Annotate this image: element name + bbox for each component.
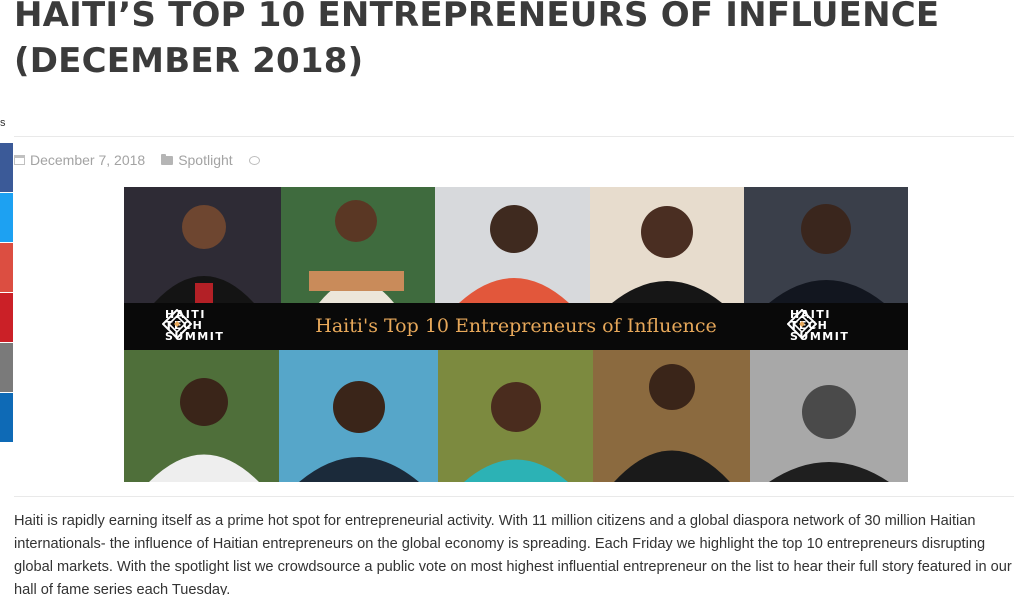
post-date-text: December 7, 2018 xyxy=(30,152,146,168)
pinterest-share-button[interactable] xyxy=(0,293,13,342)
category-link[interactable]: Spotlight xyxy=(161,152,233,168)
divider-bottom xyxy=(14,496,1014,497)
social-share-bar xyxy=(0,143,13,443)
hero-banner: HAITI TECH SUMMIT Haiti's Top 10 Entrepr… xyxy=(124,303,908,350)
facebook-share-button[interactable] xyxy=(0,143,13,192)
divider-top xyxy=(14,136,1014,137)
twitter-share-button[interactable] xyxy=(0,193,13,242)
featured-image: HAITI TECH SUMMIT Haiti's Top 10 Entrepr… xyxy=(124,187,908,482)
comment-icon xyxy=(248,155,260,165)
haiti-tech-summit-logo-right: HAITI TECH SUMMIT xyxy=(787,309,849,342)
linkedin-share-button[interactable] xyxy=(0,393,13,442)
google-plus-share-button[interactable] xyxy=(0,243,13,292)
page-title-line-1: HAITI’S TOP 10 ENTREPRENEURS OF INFLUENC… xyxy=(14,0,940,35)
folder-icon xyxy=(161,153,174,165)
article-body: Haiti is rapidly earning itself as a pri… xyxy=(14,513,1012,595)
cropped-edge-text: s xyxy=(0,117,6,129)
page-title: HAITI’S TOP 10 ENTREPRENEURS OF INFLUENC… xyxy=(14,0,1014,84)
category-text: Spotlight xyxy=(178,152,233,168)
post-meta: December 7, 2018 Spotlight xyxy=(14,152,281,168)
post-date: December 7, 2018 xyxy=(14,152,145,168)
page-title-line-2: (DECEMBER 2018) xyxy=(14,41,364,81)
article-page: HAITI’S TOP 10 ENTREPRENEURS OF INFLUENC… xyxy=(0,0,1014,595)
comments-link[interactable] xyxy=(248,155,265,165)
calendar-icon xyxy=(14,155,25,165)
email-share-button[interactable] xyxy=(0,343,13,392)
diamond-logo-icon xyxy=(787,309,817,339)
